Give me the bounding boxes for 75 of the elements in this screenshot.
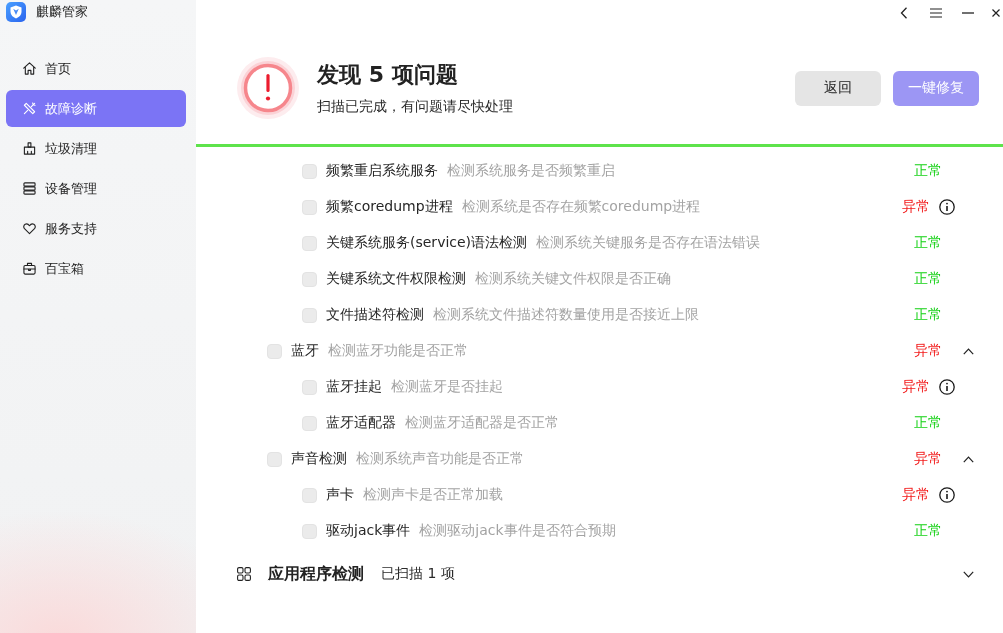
section-summary: 已扫描 1 项: [381, 565, 455, 583]
status-text: 异常: [901, 198, 930, 216]
checkbox[interactable]: [302, 415, 317, 431]
minimize-icon[interactable]: [962, 12, 974, 14]
status-text: 正常: [914, 306, 942, 324]
checkbox[interactable]: [267, 343, 282, 359]
alert-icon: [237, 57, 299, 119]
chevron-down-icon[interactable]: [963, 570, 974, 578]
sidebar-item[interactable]: 垃圾清理: [6, 130, 186, 167]
close-icon[interactable]: [992, 9, 1000, 17]
check-description: 检测系统关键服务是否存在语法错误: [536, 234, 761, 252]
app-title: 麒麟管家: [36, 3, 88, 21]
status-text: 正常: [914, 162, 942, 180]
check-name: 蓝牙适配器: [326, 414, 396, 432]
check-name: 蓝牙挂起: [326, 378, 382, 396]
check-description: 检测系统关键文件权限是否正确: [475, 270, 671, 288]
check-name: 频繁coredump进程: [326, 198, 453, 216]
check-description: 检测系统服务是否频繁重启: [447, 162, 615, 180]
status-text: 异常: [914, 342, 942, 360]
status-text: 异常: [901, 378, 930, 396]
check-description: 检测蓝牙功能是否正常: [328, 342, 468, 360]
sidebar-item[interactable]: 百宝箱: [6, 250, 186, 287]
back-button[interactable]: 返回: [795, 70, 881, 106]
checkbox[interactable]: [302, 199, 317, 215]
app-logo-icon: [6, 2, 26, 22]
info-icon[interactable]: [938, 199, 955, 215]
check-description: 检测系统声音功能是否正常: [356, 450, 524, 468]
checkbox[interactable]: [302, 487, 317, 503]
status-text: 正常: [914, 414, 942, 432]
check-name: 声卡: [326, 486, 354, 504]
status-text: 正常: [914, 270, 942, 288]
status-text: 正常: [914, 234, 942, 252]
check-name: 关键系统文件权限检测: [326, 270, 466, 288]
check-name: 声音检测: [291, 450, 347, 468]
checkbox[interactable]: [302, 235, 317, 251]
checkbox[interactable]: [302, 307, 317, 323]
home-icon: [23, 62, 36, 75]
checkbox[interactable]: [302, 271, 317, 287]
checkbox[interactable]: [302, 523, 317, 539]
check-description: 检测系统是否存在频繁coredump进程: [461, 198, 701, 216]
back-icon[interactable]: [900, 7, 908, 19]
check-description: 检测蓝牙是否挂起: [391, 378, 503, 396]
check-name: 文件描述符检测: [326, 306, 424, 324]
status-text: 异常: [914, 450, 942, 468]
checkbox[interactable]: [302, 379, 317, 395]
check-name: 频繁重启系统服务: [326, 162, 438, 180]
check-description: 检测系统文件描述符数量使用是否接近上限: [433, 306, 699, 324]
chevron-up-icon[interactable]: [963, 455, 974, 463]
server-icon: [23, 182, 36, 195]
check-name: 关键系统服务(service)语法检测: [326, 234, 528, 252]
check-description: 检测声卡是否正常加载: [363, 486, 503, 504]
result-title: 发现 5 项问题: [317, 61, 458, 89]
heart-icon: [23, 222, 36, 235]
check-description: 检测蓝牙适配器是否正常: [405, 414, 559, 432]
check-description: 检测驱动jack事件是否符合预期: [419, 522, 616, 540]
section-title: 应用程序检测: [268, 563, 364, 585]
sidebar-item[interactable]: 故障诊断: [6, 90, 186, 127]
status-text: 异常: [901, 486, 930, 504]
menu-icon[interactable]: [930, 8, 942, 18]
checkbox[interactable]: [267, 451, 282, 467]
chevron-up-icon[interactable]: [963, 347, 974, 355]
sidebar-item[interactable]: 服务支持: [6, 210, 186, 247]
result-subtitle: 扫描已完成，有问题请尽快处理: [317, 97, 513, 116]
status-text: 正常: [914, 522, 942, 540]
grid-icon: [237, 567, 251, 581]
sidebar-item[interactable]: 首页: [6, 50, 186, 87]
tools-icon: [23, 102, 36, 115]
checkbox[interactable]: [302, 163, 317, 179]
check-name: 蓝牙: [291, 342, 319, 360]
info-icon[interactable]: [938, 379, 955, 395]
sidebar-item[interactable]: 设备管理: [6, 170, 186, 207]
toolbox-icon: [23, 262, 36, 275]
check-name: 驱动jack事件: [326, 522, 411, 540]
brush-icon: [23, 142, 36, 155]
info-icon[interactable]: [938, 487, 955, 503]
